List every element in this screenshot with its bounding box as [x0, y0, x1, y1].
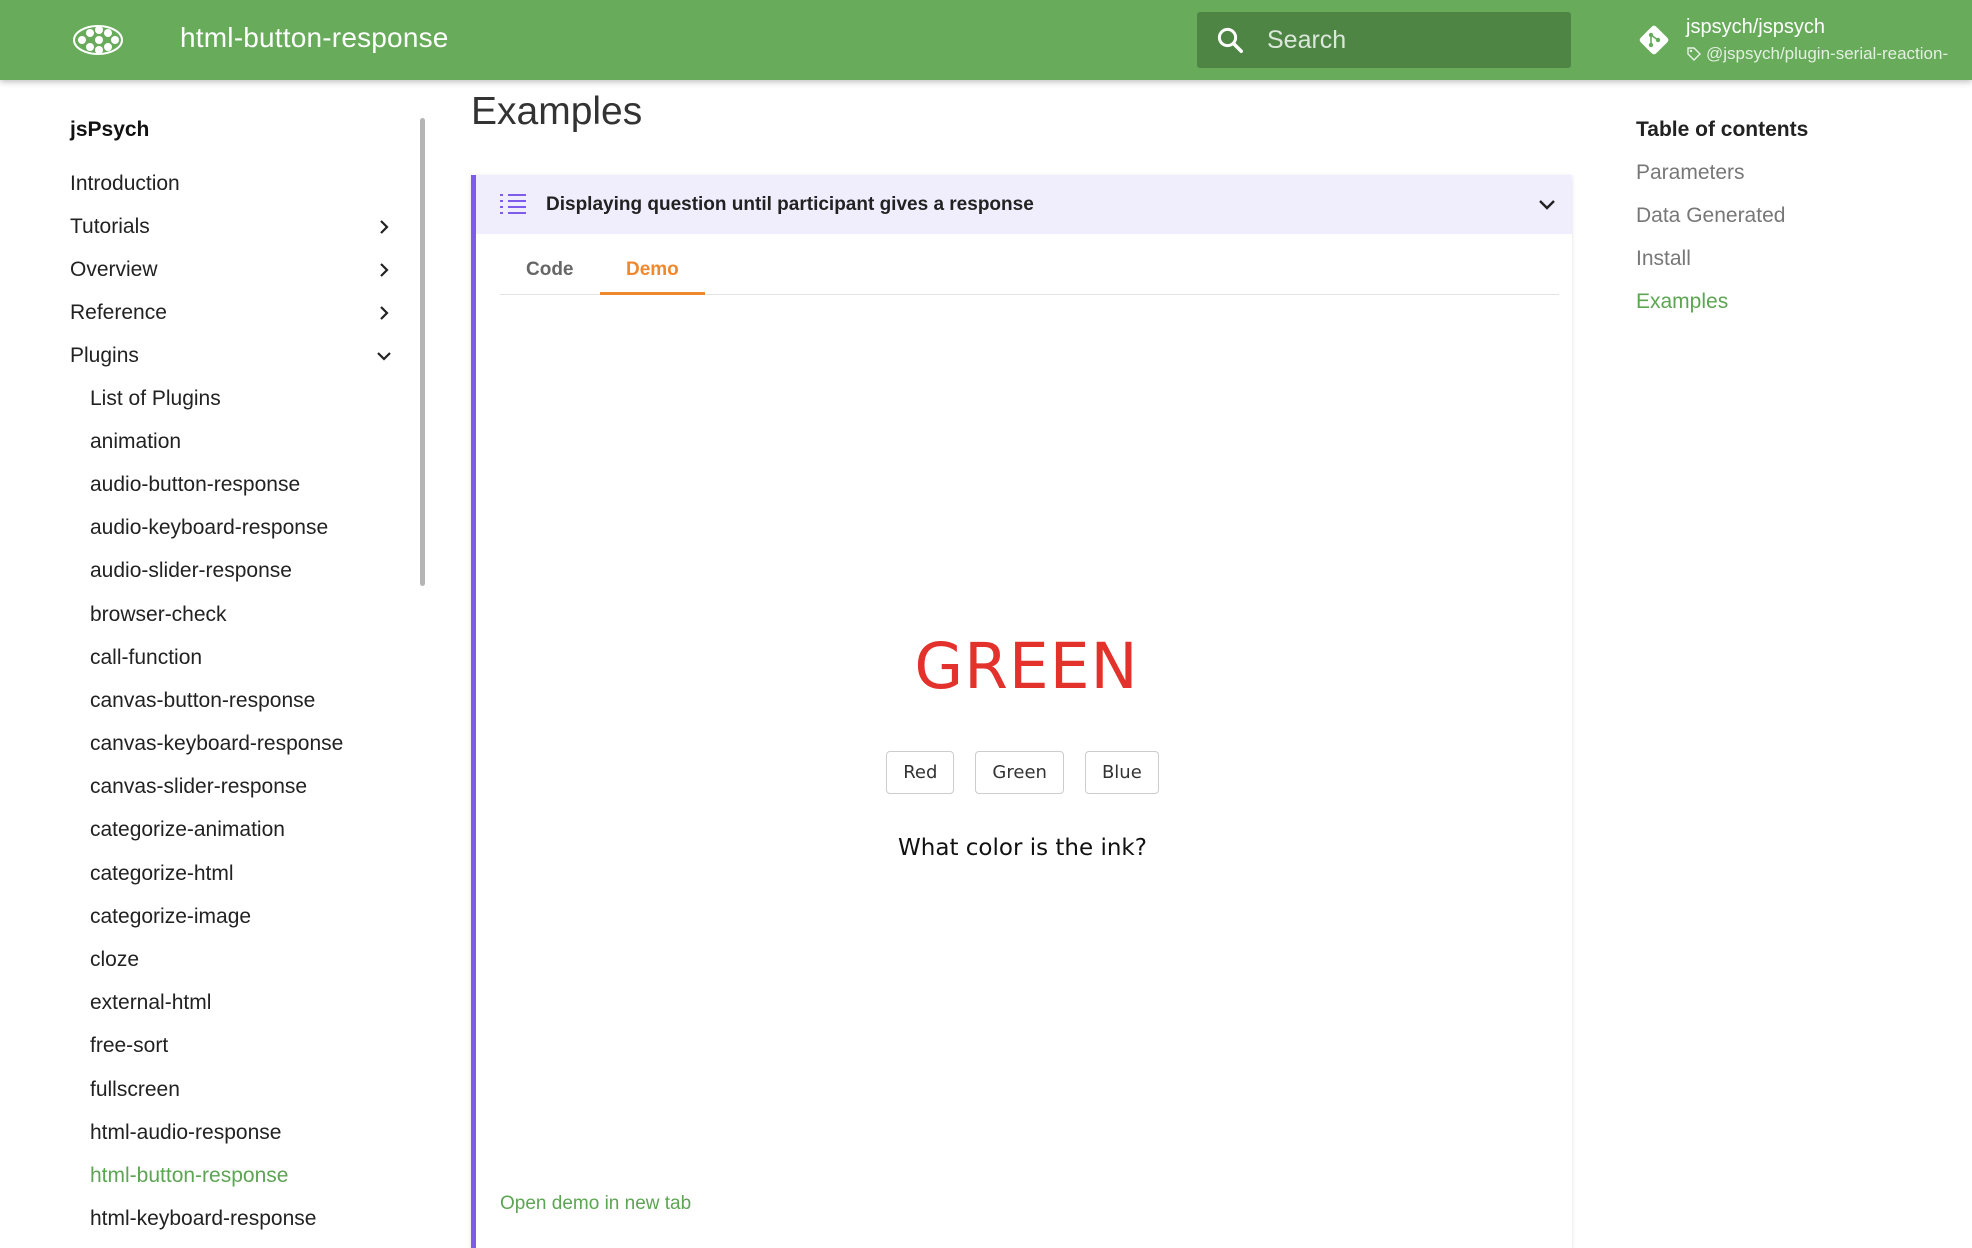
nav-plugin-item[interactable]: audio-slider-response: [90, 550, 400, 593]
chevron-right-icon: [380, 219, 389, 234]
chevron-down-icon: [377, 351, 391, 361]
nav-plugin-label: html-keyboard-response: [90, 1207, 317, 1231]
nav-plugin-item[interactable]: call-function: [90, 636, 400, 679]
repo-name: jspsych/jspsych: [1686, 16, 1825, 38]
nav-plugin-label: browser-check: [90, 602, 227, 626]
nav-plugin-label: cloze: [90, 948, 140, 972]
open-demo-link[interactable]: Open demo in new tab: [500, 1193, 691, 1215]
nav-plugin-label: audio-slider-response: [90, 559, 292, 583]
example-header[interactable]: Displaying question until participant gi…: [476, 175, 1572, 234]
nav-plugin-item[interactable]: fullscreen: [90, 1068, 400, 1111]
nav-plugin-label: free-sort: [90, 1034, 169, 1058]
nav-item-label: Tutorials: [70, 214, 150, 238]
nav-plugin-label: List of Plugins: [90, 386, 221, 410]
nav-plugin-label: html-audio-response: [90, 1120, 282, 1144]
search-input[interactable]: [1267, 22, 1557, 58]
nav-plugin-label: canvas-keyboard-response: [90, 732, 344, 756]
tab-demo[interactable]: Demo: [600, 255, 705, 295]
toc-title: Table of contents: [1636, 118, 1809, 141]
toc-list: Parameters Data Generated Install Exampl…: [1636, 161, 1956, 333]
nav-item-reference[interactable]: Reference: [70, 291, 400, 334]
toc-item-examples[interactable]: Examples: [1636, 290, 1956, 333]
demo-prompt: What color is the ink?: [898, 835, 1147, 861]
choice-blue-button[interactable]: Blue: [1084, 751, 1159, 794]
nav-plugin-label: external-html: [90, 991, 212, 1015]
nav-list: Introduction Tutorials Overview Referenc…: [70, 162, 400, 1241]
nav-plugin-label: categorize-animation: [90, 818, 285, 842]
nav-plugin-item[interactable]: browser-check: [90, 593, 400, 636]
nav-root-title[interactable]: jsPsych: [70, 118, 149, 142]
example-admonition: Displaying question until participant gi…: [471, 175, 1572, 1248]
nav-plugin-item[interactable]: external-html: [90, 982, 400, 1025]
nav-plugin-item[interactable]: cloze: [90, 938, 400, 981]
nav-plugin-item[interactable]: audio-button-response: [90, 463, 400, 506]
nav-item-introduction[interactable]: Introduction: [70, 162, 400, 205]
table-of-contents: Table of contents Parameters Data Genera…: [1636, 118, 1956, 333]
nav-plugin-item[interactable]: free-sort: [90, 1025, 400, 1068]
nav-plugin-item[interactable]: audio-keyboard-response: [90, 507, 400, 550]
choice-green-button[interactable]: Green: [975, 751, 1064, 794]
nav-item-plugins[interactable]: Plugins: [70, 334, 400, 377]
nav-plugin-item[interactable]: html-keyboard-response: [90, 1198, 400, 1241]
nav-plugin-label: audio-keyboard-response: [90, 516, 329, 540]
site-title: html-button-response: [180, 22, 449, 53]
repo-tag: @jspsych/plugin-serial-reaction-: [1686, 44, 1948, 64]
nav-plugin-item-active[interactable]: html-button-response: [90, 1154, 400, 1197]
choice-red-button[interactable]: Red: [886, 751, 955, 794]
nav-plugin-label: call-function: [90, 645, 203, 669]
nav-plugin-label: fullscreen: [90, 1077, 180, 1101]
nav-plugin-label: categorize-image: [90, 904, 252, 928]
repo-link[interactable]: jspsych/jspsych @jspsych/plugin-serial-r…: [1636, 14, 1972, 68]
sidebar-nav: jsPsych Introduction Tutorials Overview …: [0, 80, 440, 1248]
toc-item-data-generated[interactable]: Data Generated: [1636, 204, 1956, 247]
nav-plugin-item[interactable]: animation: [90, 420, 400, 463]
nav-plugin-label: html-button-response: [90, 1163, 289, 1187]
chevron-right-icon: [380, 305, 389, 320]
nav-plugin-item[interactable]: categorize-image: [90, 895, 400, 938]
search-box[interactable]: [1197, 12, 1571, 68]
nav-plugin-item[interactable]: categorize-animation: [90, 809, 400, 852]
nav-plugin-item[interactable]: canvas-keyboard-response: [90, 723, 400, 766]
nav-item-overview[interactable]: Overview: [70, 248, 400, 291]
jspsych-logo-icon[interactable]: [70, 20, 126, 60]
nav-plugin-item[interactable]: html-audio-response: [90, 1111, 400, 1154]
nav-plugin-label: canvas-slider-response: [90, 775, 308, 799]
chevron-right-icon: [380, 262, 389, 277]
sidebar-scrollbar[interactable]: [420, 118, 425, 586]
nav-plugin-label: animation: [90, 429, 182, 453]
toc-item-install[interactable]: Install: [1636, 247, 1956, 290]
toc-item-parameters[interactable]: Parameters: [1636, 161, 1956, 204]
demo-stimulus: GREEN: [914, 630, 1139, 703]
nav-plugin-item[interactable]: canvas-slider-response: [90, 766, 400, 809]
nav-item-tutorials[interactable]: Tutorials: [70, 205, 400, 248]
nav-item-label: Overview: [70, 257, 158, 281]
search-icon: [1217, 27, 1243, 53]
nav-plugin-item[interactable]: List of Plugins: [90, 377, 400, 420]
demo-choices: Red Green Blue: [476, 751, 1577, 794]
top-header: html-button-response jspsych/jspsych @js…: [0, 0, 1972, 80]
nav-plugin-label: canvas-button-response: [90, 688, 316, 712]
nav-plugin-label: audio-button-response: [90, 472, 301, 496]
git-icon: [1639, 25, 1669, 55]
chevron-down-icon[interactable]: [1536, 194, 1558, 216]
tag-icon: [1687, 47, 1701, 61]
example-title: Displaying question until participant gi…: [546, 194, 1034, 215]
page-title: Examples: [471, 90, 643, 133]
nav-plugin-item[interactable]: canvas-button-response: [90, 679, 400, 722]
nav-item-label: Plugins: [70, 343, 139, 367]
example-tabs: Code Demo: [500, 255, 1559, 295]
nav-plugin-item[interactable]: categorize-html: [90, 852, 400, 895]
nav-plugin-label: categorize-html: [90, 861, 234, 885]
plugins-sublist: List of Plugins animation audio-button-r…: [70, 377, 400, 1241]
nav-item-label: Reference: [70, 300, 167, 324]
list-ordered-icon: [500, 194, 526, 214]
tab-code[interactable]: Code: [500, 255, 600, 295]
repo-tag-label: @jspsych/plugin-serial-reaction-: [1706, 44, 1949, 63]
nav-item-label: Introduction: [70, 171, 180, 195]
